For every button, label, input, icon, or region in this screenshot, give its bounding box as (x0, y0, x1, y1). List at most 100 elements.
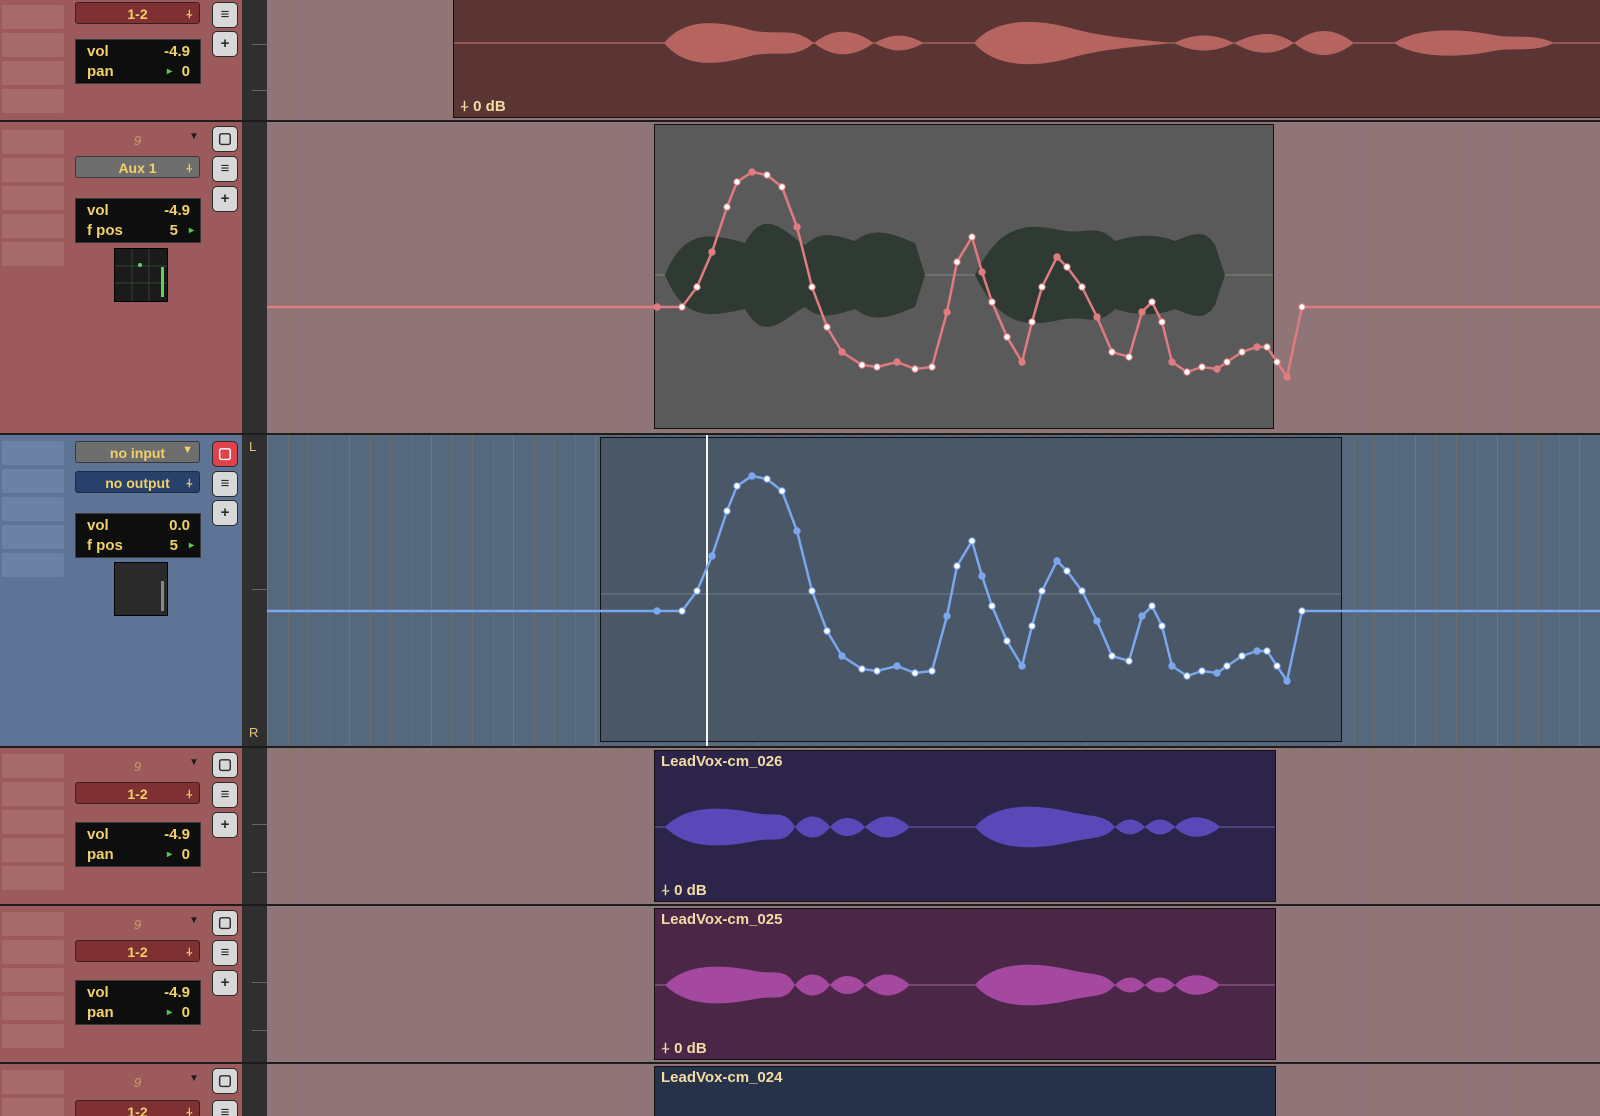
automation-breakpoint[interactable] (1198, 667, 1206, 675)
automation-breakpoint[interactable] (678, 607, 686, 615)
chevron-down-icon[interactable]: ▼ (189, 915, 199, 926)
automation-breakpoint[interactable] (1028, 622, 1036, 630)
automation-breakpoint[interactable] (968, 233, 976, 241)
automation-breakpoint[interactable] (893, 662, 901, 670)
automation-breakpoint[interactable] (693, 587, 701, 595)
automation-breakpoint[interactable] (1063, 263, 1071, 271)
automation-breakpoint[interactable] (911, 669, 919, 677)
automation-breakpoint[interactable] (1168, 662, 1176, 670)
automation-breakpoint[interactable] (748, 168, 756, 176)
automation-breakpoint[interactable] (653, 303, 661, 311)
automation-breakpoint[interactable] (808, 283, 816, 291)
add-button[interactable]: + (212, 186, 238, 212)
audio-region[interactable]: ⍭ 0 dB (453, 0, 1600, 118)
output-selector[interactable]: 1-2 ⍭ (75, 2, 200, 24)
audio-region[interactable]: LeadVox-cm_024 (654, 1066, 1276, 1116)
automation-breakpoint[interactable] (873, 667, 881, 675)
automation-breakpoint[interactable] (708, 552, 716, 560)
automation-breakpoint[interactable] (708, 248, 716, 256)
automation-breakpoint[interactable] (858, 665, 866, 673)
audio-region[interactable]: LeadVox-cm_025 ⍭ 0 dB (654, 908, 1276, 1060)
output-selector[interactable]: no output ⍭ (75, 471, 200, 493)
automation-breakpoint[interactable] (978, 572, 986, 580)
playlist-lane[interactable] (267, 435, 1600, 746)
automation-breakpoint[interactable] (988, 298, 996, 306)
automation-breakpoint[interactable] (1298, 303, 1306, 311)
automation-breakpoint[interactable] (1138, 612, 1146, 620)
comments-icon[interactable]: ≡ (212, 940, 238, 966)
automation-breakpoint[interactable] (943, 308, 951, 316)
automation-breakpoint[interactable] (1138, 308, 1146, 316)
automation-breakpoint[interactable] (928, 667, 936, 675)
automation-breakpoint[interactable] (1078, 283, 1086, 291)
automation-breakpoint[interactable] (1238, 348, 1246, 356)
automation-breakpoint[interactable] (1263, 343, 1271, 351)
automation-breakpoint[interactable] (1093, 617, 1101, 625)
automation-breakpoint[interactable] (928, 363, 936, 371)
automation-breakpoint[interactable] (988, 602, 996, 610)
automation-breakpoint[interactable] (1093, 313, 1101, 321)
automation-breakpoint[interactable] (978, 268, 986, 276)
comments-icon[interactable]: ≡ (212, 1100, 238, 1116)
record-enable-button[interactable]: ▢ (212, 126, 238, 152)
automation-breakpoint[interactable] (1283, 373, 1291, 381)
automation-breakpoint[interactable] (1108, 652, 1116, 660)
automation-breakpoint[interactable] (1283, 677, 1291, 685)
automation-breakpoint[interactable] (1125, 657, 1133, 665)
automation-breakpoint[interactable] (838, 652, 846, 660)
chevron-down-icon[interactable]: ▼ (189, 757, 199, 768)
comments-icon[interactable]: ≡ (212, 782, 238, 808)
automation-breakpoint[interactable] (1183, 368, 1191, 376)
automation-breakpoint[interactable] (693, 283, 701, 291)
automation-breakpoint[interactable] (1183, 672, 1191, 680)
output-selector[interactable]: 1-2 ⍭ (75, 782, 200, 804)
automation-breakpoint[interactable] (1148, 298, 1156, 306)
playlist-lane[interactable] (267, 122, 1600, 433)
automation-breakpoint[interactable] (1198, 363, 1206, 371)
add-button[interactable]: + (212, 970, 238, 996)
automation-breakpoint[interactable] (953, 562, 961, 570)
add-button[interactable]: + (212, 812, 238, 838)
automation-breakpoint[interactable] (1213, 365, 1221, 373)
panner-grid[interactable] (114, 562, 168, 616)
automation-breakpoint[interactable] (1028, 318, 1036, 326)
automation-breakpoint[interactable] (748, 472, 756, 480)
automation-breakpoint[interactable] (1253, 647, 1261, 655)
record-enable-button[interactable]: ▢ (212, 752, 238, 778)
automation-breakpoint[interactable] (1223, 662, 1231, 670)
record-enable-button[interactable]: ▢ (212, 910, 238, 936)
automation-breakpoint[interactable] (1053, 557, 1061, 565)
automation-breakpoint[interactable] (838, 348, 846, 356)
chevron-down-icon[interactable]: ▼ (189, 131, 199, 142)
input-selector[interactable]: no input ▼ (75, 441, 200, 463)
automation-breakpoint[interactable] (778, 487, 786, 495)
playlist-lane[interactable]: ⍭ 0 dB (267, 0, 1600, 120)
automation-breakpoint[interactable] (808, 587, 816, 595)
automation-breakpoint[interactable] (893, 358, 901, 366)
automation-breakpoint[interactable] (1125, 353, 1133, 361)
comments-icon[interactable]: ≡ (212, 156, 238, 182)
pan-automation[interactable] (267, 435, 1600, 748)
automation-breakpoint[interactable] (1213, 669, 1221, 677)
automation-breakpoint[interactable] (678, 303, 686, 311)
automation-breakpoint[interactable] (733, 482, 741, 490)
automation-breakpoint[interactable] (1263, 647, 1271, 655)
automation-breakpoint[interactable] (1253, 343, 1261, 351)
record-enable-button[interactable]: ▢ (212, 441, 238, 467)
clip-gain[interactable]: ⍭ 0 dB (460, 98, 506, 115)
automation-breakpoint[interactable] (1238, 652, 1246, 660)
comments-icon[interactable]: ≡ (212, 2, 238, 28)
automation-breakpoint[interactable] (1018, 358, 1026, 366)
automation-breakpoint[interactable] (873, 363, 881, 371)
automation-breakpoint[interactable] (943, 612, 951, 620)
automation-breakpoint[interactable] (1148, 602, 1156, 610)
automation-breakpoint[interactable] (1298, 607, 1306, 615)
automation-breakpoint[interactable] (1273, 662, 1281, 670)
playlist-lane[interactable]: LeadVox-cm_026 ⍭ 0 dB (267, 748, 1600, 904)
automation-breakpoint[interactable] (1018, 662, 1026, 670)
automation-breakpoint[interactable] (1158, 318, 1166, 326)
automation-breakpoint[interactable] (1003, 333, 1011, 341)
automation-breakpoint[interactable] (723, 203, 731, 211)
automation-breakpoint[interactable] (1053, 253, 1061, 261)
audio-region[interactable]: LeadVox-cm_026 ⍭ 0 dB (654, 750, 1276, 902)
